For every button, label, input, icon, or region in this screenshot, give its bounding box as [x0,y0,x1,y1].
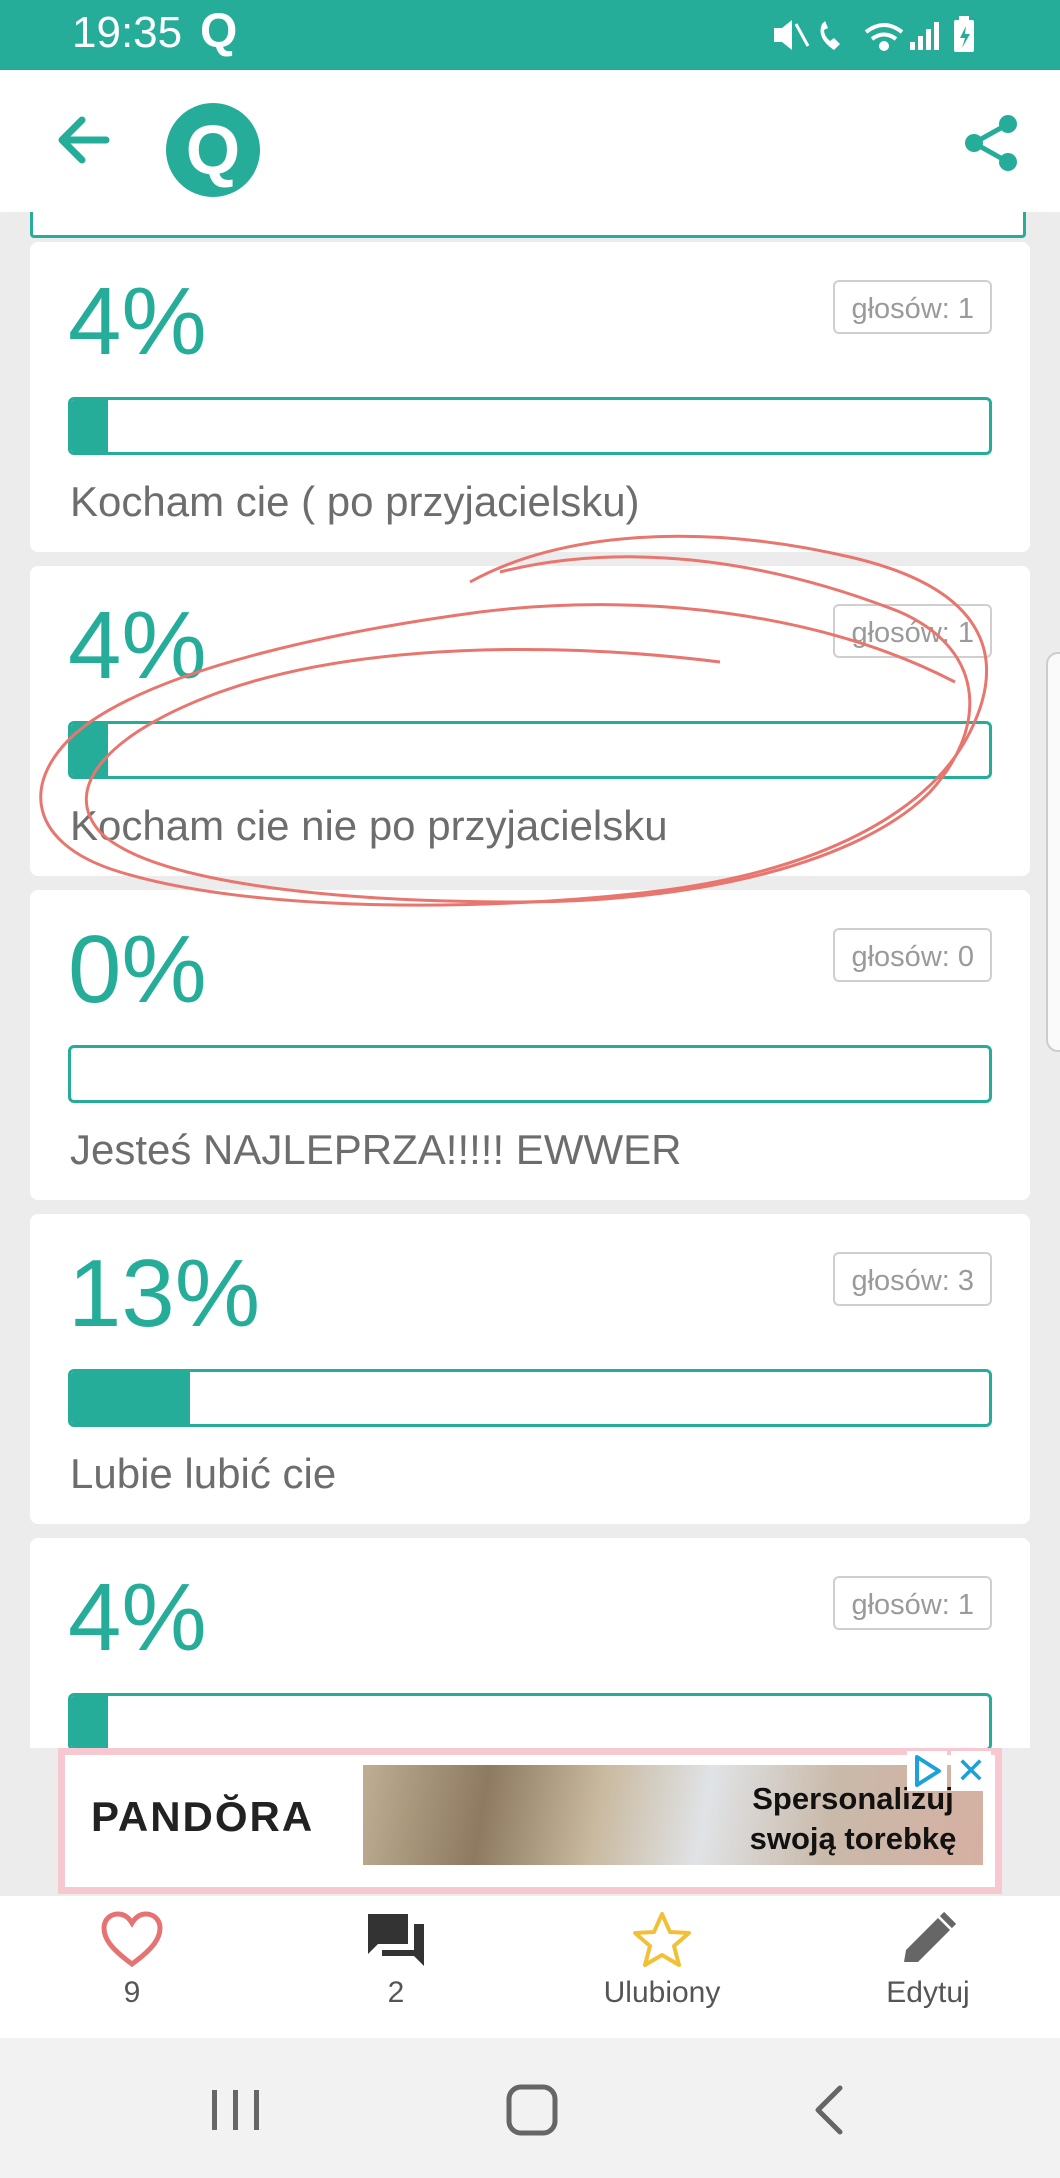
back-nav-icon[interactable] [808,2084,848,2136]
ad-headline: Spersonalizuj swoją torebkę [733,1779,973,1859]
status-time: 19:35 [72,8,183,57]
battery-icon [954,16,974,52]
status-bar: 19:35 Q [0,0,1060,70]
adchoices-icon[interactable] [907,1751,947,1791]
progress-bar [68,721,992,779]
edit-button[interactable]: Edytuj [828,1910,1028,2010]
poll-option-card[interactable]: 4% głosów: 1 Kocham cie nie po przyjacie… [30,566,1030,876]
option-percent: 4% [68,1564,207,1671]
option-label: Lubie lubić cie [70,1450,337,1497]
previous-option-card [30,212,1026,238]
call-icon [820,21,840,50]
option-label: Jesteś NAJLEPRZA!!!!! EWWER [70,1126,682,1173]
pencil-icon [904,1911,957,1962]
ad-close-icon[interactable]: ✕ [951,1751,991,1791]
progress-fill [71,400,108,452]
option-label: Kocham cie nie po przyjacielsku [70,802,668,849]
favorite-label: Ulubiony [603,1976,721,2009]
mute-icon [774,20,810,50]
vote-count-badge: głosów: 0 [833,928,992,982]
favorite-button[interactable]: Ulubiony [562,1910,762,2010]
app-logo[interactable]: Q [166,103,260,197]
app-notification-indicator: Q [200,5,238,58]
app-bar: Q [0,70,1060,212]
share-icon[interactable] [960,112,1022,174]
bottom-action-bar: 9 2 Ulubiony Edytuj [0,1896,1060,2038]
option-label: Kocham cie ( po przyjacielsku) [70,478,640,525]
vote-count-badge: głosów: 3 [833,1252,992,1306]
status-icons [774,16,974,52]
option-percent: 0% [68,916,207,1023]
poll-results: 4% głosów: 1 Kocham cie ( po przyjaciels… [0,212,1060,1748]
progress-bar [68,1693,992,1748]
ad-image: Spersonalizuj swoją torebkę [363,1765,983,1865]
poll-option-card[interactable]: 4% głosów: 1 [30,1538,1030,1748]
vote-count-badge: głosów: 1 [833,1576,992,1630]
progress-bar [68,397,992,455]
scrollbar-handle[interactable] [1046,652,1060,1052]
comments-button[interactable]: 2 [296,1910,496,2010]
poll-option-card[interactable]: 0% głosów: 0 Jesteś NAJLEPRZA!!!!! EWWER [30,890,1030,1200]
progress-bar [68,1045,992,1103]
home-icon[interactable] [504,2082,560,2138]
poll-option-card[interactable]: 13% głosów: 3 Lubie lubić cie [30,1214,1030,1524]
star-icon [633,1912,691,1967]
ad-headline-line2: swoją torebkę [749,1821,957,1856]
heart-icon [101,1911,163,1968]
progress-fill [71,724,108,776]
vote-count-badge: głosów: 1 [833,604,992,658]
back-arrow-icon[interactable] [50,110,120,170]
progress-bar [68,1369,992,1427]
signal-icon [910,22,939,50]
like-button[interactable]: 9 [32,1910,232,2010]
comment-count: 2 [387,1976,405,2009]
like-count: 9 [123,1976,141,2009]
system-navigation-bar [0,2038,1060,2178]
ad-banner[interactable]: PANDŎRA Spersonalizuj swoją torebkę ✕ [58,1748,1002,1894]
option-percent: 4% [68,592,207,699]
recent-apps-icon[interactable] [206,2086,266,2134]
option-percent: 13% [68,1240,261,1347]
comments-icon [368,1914,424,1966]
option-percent: 4% [68,268,207,375]
progress-fill [71,1372,191,1424]
ad-brand-logo: PANDŎRA [91,1793,315,1840]
edit-label: Edytuj [886,1976,970,2009]
poll-option-card[interactable]: 4% głosów: 1 Kocham cie ( po przyjaciels… [30,242,1030,552]
progress-fill [71,1696,108,1748]
wifi-icon [864,23,904,51]
vote-count-badge: głosów: 1 [833,280,992,334]
